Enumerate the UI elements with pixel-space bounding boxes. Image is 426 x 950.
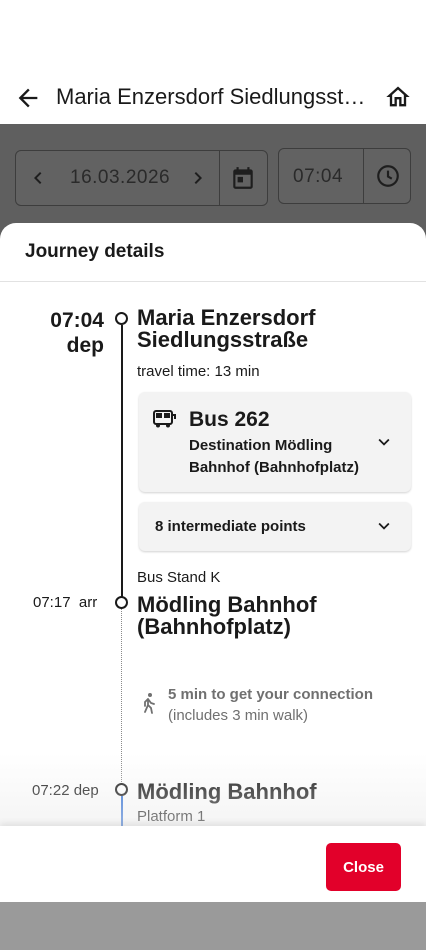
bus-leg-card[interactable]: Bus 262 Destination Mödling Bahnhof (Bah… — [139, 392, 411, 492]
chevron-right-icon[interactable] — [186, 166, 210, 190]
bus-destination: Destination Mödling Bahnhof (Bahnhofplat… — [189, 437, 359, 476]
next-departure-time: 07:22 dep — [32, 782, 99, 799]
time-value: 07:04 — [293, 166, 344, 187]
sheet-title: Journey details — [25, 241, 165, 262]
chevron-down-icon[interactable] — [373, 431, 395, 453]
next-stop-name: Mödling Bahnhof — [137, 779, 317, 804]
divider — [0, 281, 426, 282]
bus-stand: Bus Stand K — [137, 569, 221, 586]
back-arrow-icon[interactable] — [14, 84, 42, 112]
date-picker[interactable]: 16.03.2026 — [15, 150, 268, 206]
walking-icon — [144, 693, 155, 714]
system-navigation-bar — [0, 902, 426, 950]
journey-details-sheet: Journey details 07:04 dep Maria Enzersdo… — [0, 223, 426, 902]
departure-time: 07:04 dep — [50, 309, 104, 357]
bus-icon — [153, 410, 176, 428]
app-bar: Maria Enzersdorf Siedlungsstraße — [0, 72, 426, 124]
calendar-icon[interactable] — [230, 165, 256, 191]
travel-time: travel time: 13 min — [137, 363, 260, 380]
chevron-left-icon[interactable] — [26, 166, 50, 190]
departure-stop-name: Maria Enzersdorf Siedlungsstraße — [137, 305, 316, 352]
stop-marker — [115, 783, 128, 796]
stop-marker — [115, 312, 128, 325]
home-icon[interactable] — [384, 83, 412, 111]
bus-line-name: Bus 262 — [189, 408, 270, 431]
chevron-down-icon[interactable] — [373, 515, 395, 537]
close-button[interactable]: Close — [326, 843, 401, 891]
arrival-stop-name: Mödling Bahnhof (Bahnhofplatz) — [137, 592, 317, 639]
date-value: 16.03.2026 — [70, 167, 171, 188]
timeline-bus-segment — [121, 325, 123, 603]
clock-icon[interactable] — [375, 163, 401, 189]
divider — [219, 151, 220, 205]
arrival-time: 07:17 arr — [33, 594, 98, 611]
divider — [363, 149, 364, 203]
page-title: Maria Enzersdorf Siedlungsstraße — [56, 84, 368, 109]
timeline-walk-segment — [121, 608, 122, 786]
time-picker[interactable]: 07:04 — [278, 148, 411, 204]
intermediate-points-label: 8 intermediate points — [155, 518, 306, 535]
sheet-footer: Close — [0, 826, 426, 902]
connection-info: 5 min to get your connection (includes 3… — [168, 686, 374, 724]
stop-marker — [115, 596, 128, 609]
platform: Platform 1 — [137, 808, 206, 825]
intermediate-points-toggle[interactable]: 8 intermediate points — [139, 502, 411, 551]
